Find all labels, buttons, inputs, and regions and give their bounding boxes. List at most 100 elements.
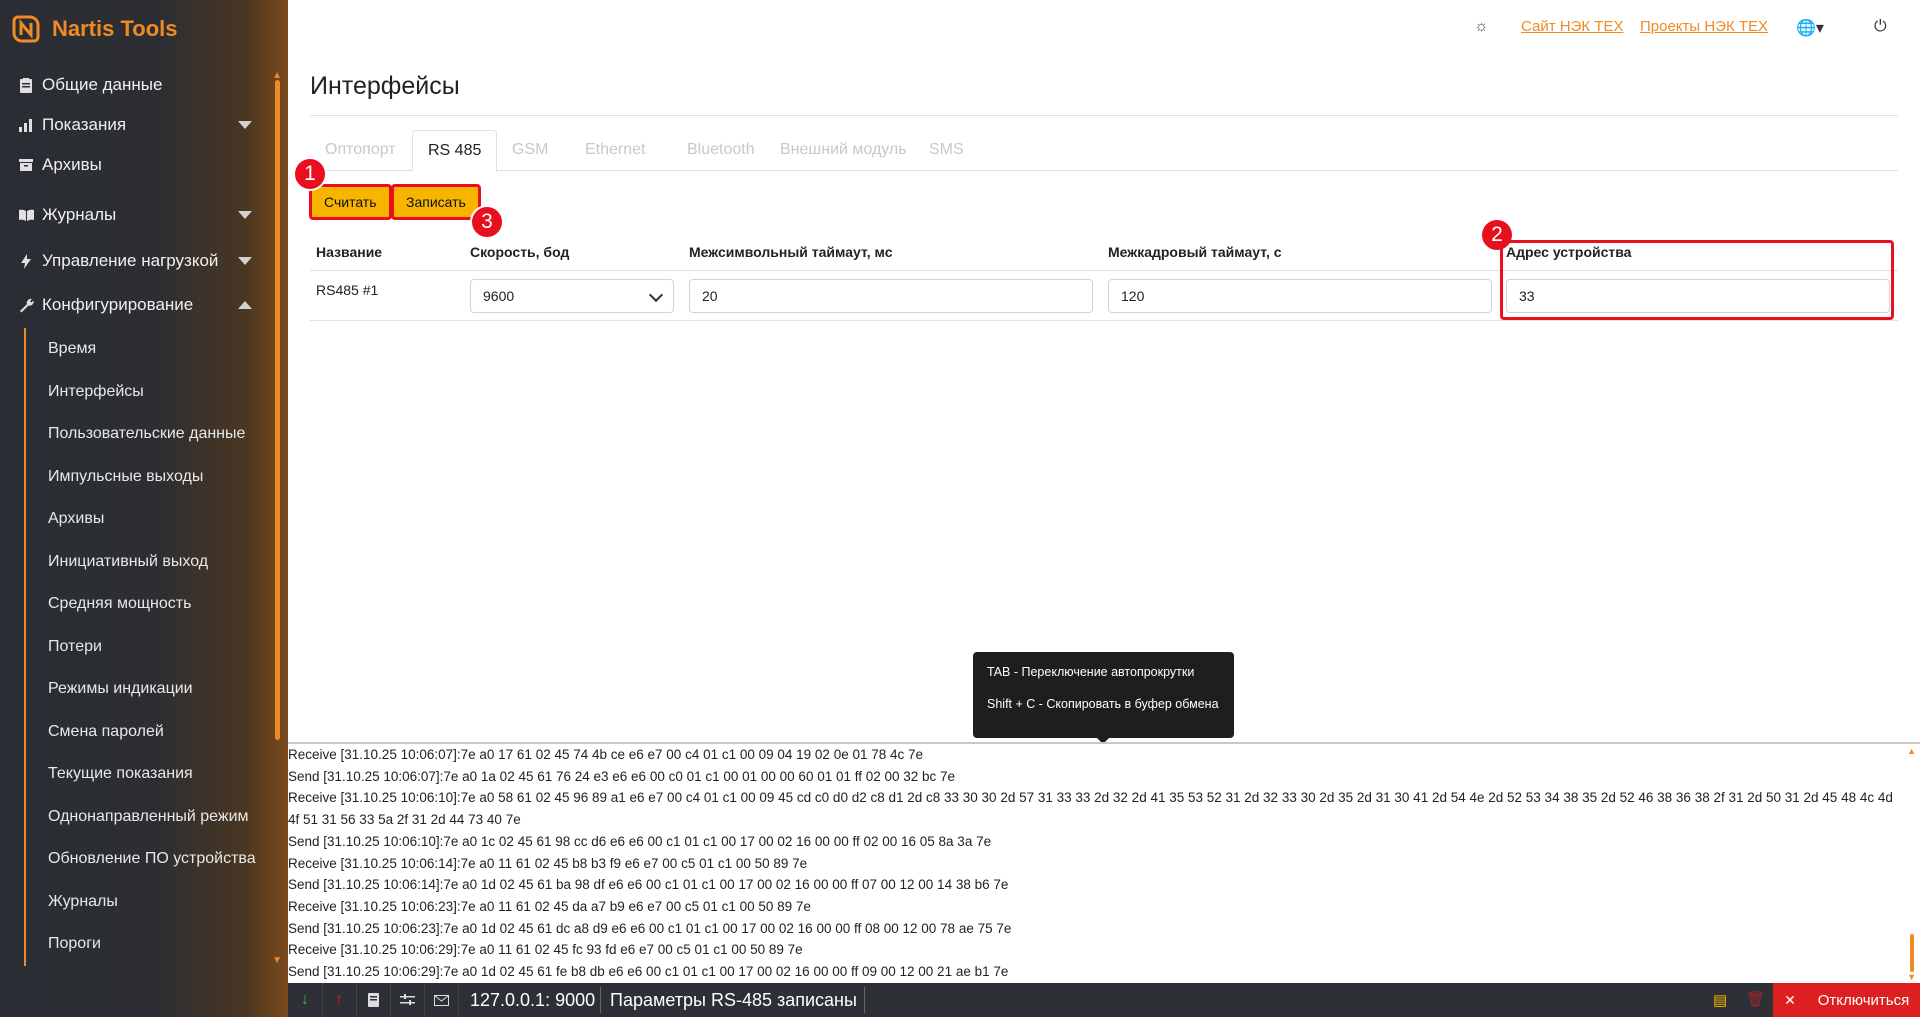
notes-icon[interactable]: ▤ <box>1713 991 1727 1009</box>
chevron-up-icon <box>238 301 252 309</box>
sidebar-scrollbar[interactable] <box>275 80 280 740</box>
submenu-item-current-readings[interactable]: Текущие показания <box>26 753 288 796</box>
interface-tabs: Оптопорт RS 485 GSM Ethernet Bluetooth В… <box>310 130 1898 172</box>
power-icon[interactable]: ⏻ <box>1874 18 1887 36</box>
status-message: Параметры RS-485 записаны <box>610 990 857 1010</box>
device-address-input[interactable]: 33 <box>1506 279 1890 313</box>
archive-box-icon <box>18 157 34 173</box>
submenu-item-display-modes[interactable]: Режимы индикации <box>26 668 288 711</box>
column-header-speed: Скорость, бод <box>470 244 570 260</box>
submenu-item-time[interactable]: Время <box>26 328 288 371</box>
bar-chart-icon <box>18 117 34 133</box>
status-bar: ↓ ↑ 127.0.0.1: 9000 Параметры RS-485 зап… <box>288 983 1920 1017</box>
log-line: Receive [31.10.25 10:06:07]:7e a0 17 61 … <box>288 747 924 762</box>
sidebar-item-label: Управление нагрузкой <box>42 251 219 270</box>
sidebar-item-label: Общие данные <box>42 75 163 94</box>
log-scroll-up-icon[interactable]: ▲ <box>1907 746 1916 756</box>
sidebar-item-label: Показания <box>42 115 127 134</box>
tab-optoport[interactable]: Оптопорт <box>310 130 411 170</box>
sidebar-item-label: Журналы <box>42 205 117 224</box>
log-scrollbar[interactable] <box>1910 934 1914 972</box>
submenu-item-firmware-update[interactable]: Обновление ПО устройства <box>26 838 288 881</box>
tab-rs485[interactable]: RS 485 <box>412 130 498 172</box>
log-line: Send [31.10.25 10:06:10]:7e a0 1c 02 45 … <box>288 833 992 849</box>
nartis-logo-icon <box>12 15 40 43</box>
receive-arrow-icon: ↓ <box>288 983 323 1017</box>
sidebar-item-load-control[interactable]: Управление нагрузкой <box>0 238 288 284</box>
annotation-marker-3: 3 <box>470 205 504 239</box>
wrench-icon <box>18 297 34 313</box>
column-header-char-timeout: Межсимвольный таймаут, мс <box>689 244 893 260</box>
submenu-item-change-passwords[interactable]: Смена паролей <box>26 711 288 754</box>
tab-external-module[interactable]: Внешний модуль <box>765 130 922 170</box>
tooltip-line-copy: Shift + C - Скопировать в буфер обмена <box>987 697 1219 711</box>
app-name: Nartis Tools <box>52 16 178 41</box>
divider <box>310 115 1898 116</box>
language-globe-icon[interactable]: 🌐▾ <box>1796 18 1824 38</box>
nek-tech-site-link[interactable]: Сайт НЭК ТЕХ <box>1521 18 1623 35</box>
sidebar-item-archives[interactable]: Архивы <box>0 142 288 188</box>
speed-select[interactable]: 9600 <box>470 279 674 313</box>
connection-address: 127.0.0.1: 9000 <box>470 990 596 1010</box>
read-button[interactable]: Считать <box>309 184 392 220</box>
column-header-device-address: Адрес устройства <box>1506 244 1632 260</box>
connection-settings-icon[interactable] <box>390 983 425 1017</box>
scroll-down-icon[interactable]: ▼ <box>272 955 282 966</box>
status-separator <box>864 987 865 1013</box>
submenu-item-user-data[interactable]: Пользовательские данные <box>26 413 288 456</box>
log-line: Receive [31.10.25 10:06:23]:7e a0 11 61 … <box>288 898 811 914</box>
envelope-icon[interactable] <box>424 983 459 1017</box>
frame-timeout-input[interactable]: 120 <box>1108 279 1492 313</box>
sidebar-nav: Общие данные Показания Архивы Журналы Уп… <box>0 62 288 966</box>
column-header-frame-timeout: Межкадровый таймаут, с <box>1108 244 1282 260</box>
lightning-icon <box>18 253 34 269</box>
submenu-item-pulse-outputs[interactable]: Импульсные выходы <box>26 456 288 499</box>
configuration-submenu: Время Интерфейсы Пользовательские данные… <box>24 328 288 966</box>
device-book-icon[interactable] <box>356 983 391 1017</box>
interface-name: RS485 #1 <box>316 282 379 298</box>
tab-ethernet[interactable]: Ethernet <box>570 130 660 170</box>
submenu-item-thresholds[interactable]: Пороги <box>26 923 288 966</box>
log-scroll-down-icon[interactable]: ▼ <box>1907 972 1916 982</box>
clipboard-icon <box>18 77 34 93</box>
chevron-down-icon <box>648 287 664 303</box>
chevron-down-icon <box>238 211 252 219</box>
log-line: Send [31.10.25 10:06:14]:7e a0 1d 02 45 … <box>288 877 1009 893</box>
submenu-item-losses[interactable]: Потери <box>26 626 288 669</box>
book-icon <box>18 207 34 223</box>
char-timeout-input[interactable]: 20 <box>689 279 1093 313</box>
disconnect-button[interactable]: Отключиться <box>1807 983 1920 1017</box>
submenu-item-unidirectional-mode[interactable]: Однонаправленный режим <box>26 796 288 839</box>
chevron-down-icon <box>238 257 252 265</box>
log-line: Send [31.10.25 10:06:23]:7e a0 1d 02 45 … <box>288 920 1012 936</box>
log-line: Receive [31.10.25 10:06:29]:7e a0 11 61 … <box>288 942 803 958</box>
submenu-item-archives[interactable]: Архивы <box>26 498 288 541</box>
sidebar-item-configuration[interactable]: Конфигурирование <box>0 282 288 328</box>
submenu-item-interfaces[interactable]: Интерфейсы <box>26 371 288 414</box>
brand[interactable]: Nartis Tools <box>10 12 178 46</box>
sidebar: Nartis Tools Общие данные Показания Архи… <box>0 0 288 1017</box>
top-bar: ☼ Сайт НЭК ТЕХ Проекты НЭК ТЕХ 🌐▾ ⏻ <box>288 0 1920 54</box>
log-line: Send [31.10.25 10:06:07]:7e a0 1a 02 45 … <box>288 768 956 784</box>
tab-gsm[interactable]: GSM <box>497 130 563 170</box>
sidebar-item-journals[interactable]: Журналы <box>0 192 288 238</box>
tab-sms[interactable]: SMS <box>914 130 979 170</box>
write-button[interactable]: Записать <box>391 184 481 220</box>
sidebar-item-label: Конфигурирование <box>42 295 194 314</box>
submenu-item-initiative-output[interactable]: Инициативный выход <box>26 541 288 584</box>
close-icon[interactable]: ✕ <box>1773 983 1807 1017</box>
submenu-item-journals[interactable]: Журналы <box>26 881 288 924</box>
chevron-down-icon <box>238 121 252 129</box>
tab-bluetooth[interactable]: Bluetooth <box>672 130 770 170</box>
submenu-item-average-power[interactable]: Средняя мощность <box>26 583 288 626</box>
exchange-log-panel[interactable]: Receive [31.10.25 10:06:07]:7e a0 17 61 … <box>288 742 1920 985</box>
tooltip-line-autoscroll: TAB - Переключение автопрокрутки <box>987 665 1195 679</box>
theme-toggle-sun-icon[interactable]: ☼ <box>1474 18 1489 36</box>
log-hotkeys-tooltip: TAB - Переключение автопрокрутки Shift +… <box>973 652 1234 744</box>
log-line: Receive [31.10.25 10:06:10]:7e a0 58 61 … <box>288 790 1893 828</box>
status-separator <box>600 987 601 1013</box>
table-header-divider <box>310 270 1898 271</box>
trash-icon[interactable]: 🗑 <box>1746 990 1765 1008</box>
nek-tech-projects-link[interactable]: Проекты НЭК ТЕХ <box>1640 18 1768 35</box>
annotation-marker-1: 1 <box>293 157 327 191</box>
